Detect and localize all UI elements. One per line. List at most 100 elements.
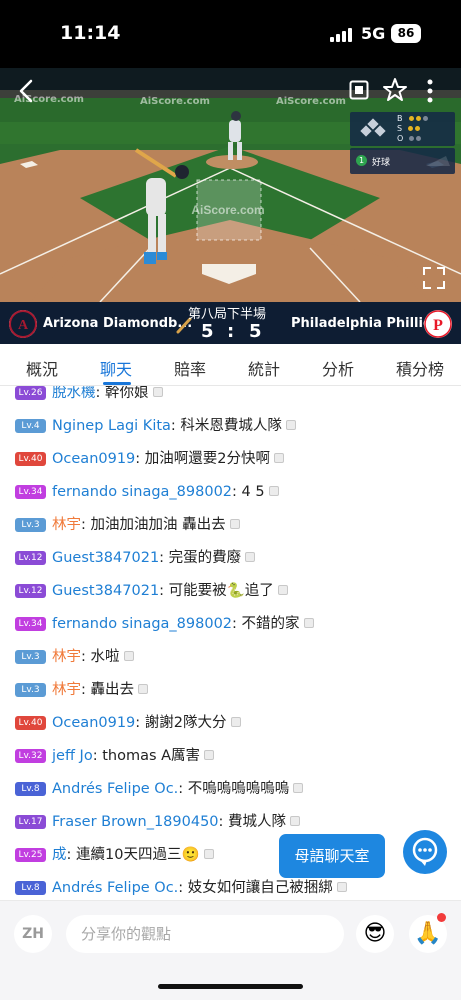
level-badge: Lv.26: [15, 386, 46, 400]
username[interactable]: 林宇: [52, 517, 81, 533]
message-body: 林宇: 轟出去: [52, 680, 148, 700]
message-text: 轟出去: [90, 682, 135, 698]
username-separator: :: [232, 616, 242, 632]
username[interactable]: Fraser Brown_1890450: [52, 814, 219, 830]
translate-icon[interactable]: [229, 519, 240, 529]
username-separator: :: [95, 386, 105, 401]
message-text: 加油啊還要2分快啊: [144, 451, 271, 467]
username[interactable]: Andrés Felipe Oc.: [52, 880, 178, 896]
translate-icon[interactable]: [123, 651, 134, 661]
level-badge: Lv.3: [15, 518, 46, 532]
favorite-star-icon[interactable]: [382, 77, 408, 103]
username-separator: :: [218, 814, 229, 830]
translate-icon[interactable]: [203, 849, 214, 859]
message-body: 林宇: 水啦: [52, 647, 134, 667]
translate-icon[interactable]: [274, 453, 285, 463]
translate-icon[interactable]: [293, 783, 304, 793]
level-badge: Lv.12: [15, 584, 46, 598]
username-separator: :: [135, 715, 145, 731]
message-text: 不錯的家: [241, 616, 300, 632]
live-animation: AiScore.com AiScore.com AiScore.com AiSc…: [0, 68, 461, 302]
back-arrow-icon[interactable]: [14, 76, 40, 106]
away-team-logo[interactable]: P: [424, 310, 452, 338]
username[interactable]: fernando sinaga_898002: [52, 616, 232, 632]
username[interactable]: 林宇: [52, 649, 81, 665]
native-language-chatroom-button[interactable]: 母語聊天室: [279, 834, 385, 878]
message-text: 幹你娘: [105, 386, 149, 401]
username[interactable]: 林宇: [52, 682, 81, 698]
bases-diamond-icon: [360, 118, 386, 137]
translate-icon[interactable]: [204, 750, 215, 760]
chat-message-list[interactable]: Lv.26 脫水機: 幹你娘 Lv.4 Nginep Lagi Kita: 科米恩費城…: [0, 386, 461, 900]
svg-text:A: A: [18, 318, 29, 333]
chat-message: Lv.3 林宇: 加油加油加油 轟出去: [0, 510, 461, 543]
tab-stats[interactable]: 統計: [248, 356, 280, 380]
username[interactable]: Andrés Felipe Oc.: [52, 781, 178, 797]
scoreboard: A Arizona Diamondb... 第八局下半場 5 : 5 Phila…: [0, 302, 461, 344]
fullscreen-icon[interactable]: [422, 266, 446, 290]
app-root: 11:14 5G 86 AiScore.com AiScore.com AiSc…: [0, 0, 461, 1000]
translate-icon[interactable]: [268, 486, 279, 496]
home-score: 5: [201, 321, 214, 342]
translate-icon[interactable]: [245, 552, 256, 562]
level-badge: Lv.3: [15, 650, 46, 664]
chat-bubble-icon: [412, 837, 438, 866]
tab-overview[interactable]: 概況: [26, 356, 58, 380]
last-play-panel: 1 好球: [350, 148, 455, 174]
chat-message: Lv.8 Andrés Felipe Oc.: 妓女如何讓自己被捆綁: [0, 873, 461, 900]
chat-message: Lv.3 林宇: 水啦: [0, 642, 461, 675]
away-team-name[interactable]: Philadelphia Phillies: [291, 316, 440, 331]
chat-message: Lv.32 jeff Jo: thomas A厲害: [0, 741, 461, 774]
translate-icon[interactable]: [138, 684, 148, 694]
message-text: thomas A厲害: [102, 748, 201, 764]
message-body: Nginep Lagi Kita: 科米恩費城人隊: [52, 416, 296, 436]
play-text: 好球: [372, 158, 391, 168]
translate-icon[interactable]: [303, 618, 314, 628]
message-text: 連續10天四過三🙂: [76, 847, 200, 863]
language-switch-button[interactable]: ZH: [14, 915, 52, 953]
message-text: 不嗚嗚嗚嗚嗚嗚: [187, 781, 290, 797]
chat-message: Lv.12 Guest3847021: 可能要被🐍追了: [0, 576, 461, 609]
username[interactable]: fernando sinaga_898002: [52, 484, 232, 500]
username[interactable]: Ocean0919: [52, 451, 135, 467]
translate-icon[interactable]: [230, 717, 241, 727]
message-body: fernando sinaga_898002: 4 5: [52, 482, 279, 502]
active-tab-indicator: [103, 382, 131, 385]
outs-row: O: [397, 134, 423, 143]
username[interactable]: 成: [52, 847, 67, 863]
chat-message: Lv.34 fernando sinaga_898002: 不錯的家: [0, 609, 461, 642]
tab-chat[interactable]: 聊天: [100, 356, 132, 380]
more-options-icon[interactable]: [422, 76, 438, 106]
chat-message: Lv.8 Andrés Felipe Oc.: 不嗚嗚嗚嗚嗚嗚: [0, 774, 461, 807]
tab-analysis[interactable]: 分析: [322, 356, 354, 380]
username[interactable]: Ocean0919: [52, 715, 135, 731]
message-body: fernando sinaga_898002: 不錯的家: [52, 614, 314, 634]
translate-icon[interactable]: [277, 585, 288, 595]
home-team-name[interactable]: Arizona Diamondb...: [43, 316, 192, 331]
username[interactable]: Nginep Lagi Kita: [52, 418, 171, 434]
username-separator: :: [66, 847, 76, 863]
status-bar: 11:14 5G 86: [0, 0, 461, 68]
chat-message-input[interactable]: [66, 915, 344, 953]
message-body: 林宇: 加油加油加油 轟出去: [52, 515, 240, 535]
picture-in-picture-icon[interactable]: [349, 80, 369, 100]
username[interactable]: jeff Jo: [52, 748, 93, 764]
home-team-logo[interactable]: A: [9, 310, 37, 338]
username-separator: :: [81, 649, 91, 665]
tab-odds[interactable]: 賠率: [174, 356, 206, 380]
tab-bar: 概況 聊天 賠率 統計 分析 積分榜: [0, 344, 461, 386]
translate-icon[interactable]: [152, 387, 163, 397]
translate-icon[interactable]: [285, 420, 296, 430]
score-separator: :: [227, 321, 235, 342]
translate-icon[interactable]: [336, 882, 347, 892]
username[interactable]: Guest3847021: [52, 550, 159, 566]
tab-standings[interactable]: 積分榜: [396, 356, 444, 380]
chatroom-globe-button[interactable]: [403, 830, 447, 874]
username[interactable]: Guest3847021: [52, 583, 159, 599]
emoji-button[interactable]: 😎: [356, 915, 394, 953]
username[interactable]: 脫水機: [52, 386, 96, 401]
message-body: Ocean0919: 謝謝2隊大分: [52, 713, 241, 733]
level-badge: Lv.32: [15, 749, 46, 763]
message-text: 4 5: [241, 484, 265, 500]
translate-icon[interactable]: [290, 816, 301, 826]
